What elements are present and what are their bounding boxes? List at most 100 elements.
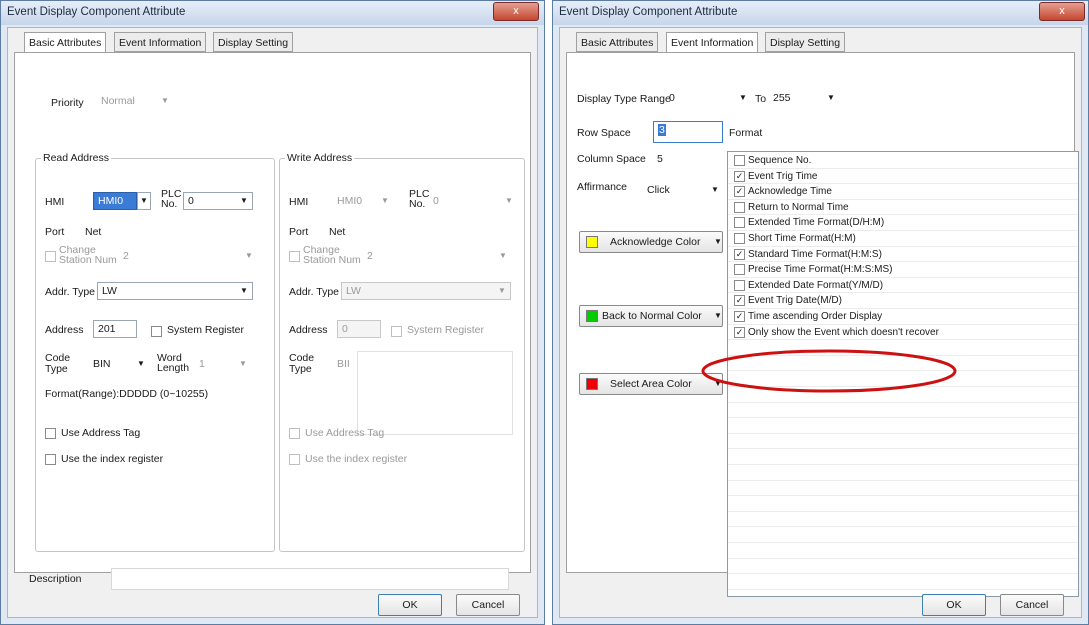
- read-plc-combo[interactable]: 0 ▼: [183, 192, 253, 210]
- chevron-down-icon: ▼: [240, 196, 248, 205]
- back-to-normal-color-swatch: [586, 310, 598, 322]
- range-from-combo[interactable]: 0 ▼: [669, 89, 759, 107]
- read-word-length-combo[interactable]: 1 ▼: [199, 355, 253, 373]
- chevron-down-icon: ▼: [711, 185, 719, 194]
- write-change-station-checkbox[interactable]: [289, 251, 300, 262]
- right-tab-basic-attributes[interactable]: Basic Attributes: [576, 32, 659, 52]
- right-ok-button[interactable]: OK: [922, 594, 986, 616]
- chevron-down-icon: ▼: [239, 359, 247, 368]
- format-item-checkbox[interactable]: [734, 264, 745, 276]
- left-ok-button[interactable]: OK: [378, 594, 442, 616]
- format-item-label: Precise Time Format(H:M:S:MS): [748, 264, 893, 276]
- chevron-down-icon: ▼: [714, 311, 722, 320]
- write-use-index-register-checkbox[interactable]: [289, 454, 300, 465]
- description-input[interactable]: [111, 568, 509, 590]
- write-change-station-label: Change Station Num: [303, 244, 361, 266]
- read-hmi-combo[interactable]: HMI0: [93, 192, 137, 210]
- right-title-bar[interactable]: Event Display Component Attribute x: [553, 1, 1088, 25]
- left-close-button[interactable]: x: [493, 2, 539, 21]
- format-item-checkbox[interactable]: [734, 233, 745, 244]
- back-to-normal-color-button[interactable]: Back to Normal Color ▼: [579, 305, 723, 327]
- format-item-checkbox[interactable]: [734, 201, 745, 213]
- read-word-length-value: 1: [199, 358, 205, 370]
- select-area-color-label: Select Area Color: [610, 378, 692, 390]
- format-label: Format: [729, 127, 763, 139]
- read-hmi-value: HMI0: [98, 195, 124, 207]
- chevron-down-icon: ▼: [140, 196, 148, 205]
- format-item-checkbox[interactable]: [734, 279, 745, 291]
- left-cancel-button[interactable]: Cancel: [456, 594, 520, 616]
- format-item-checkbox[interactable]: [734, 155, 745, 166]
- chevron-down-icon: ▼: [739, 93, 747, 102]
- format-item-label: Acknowledge Time: [748, 186, 832, 198]
- list-row-divider: [728, 448, 1078, 450]
- read-change-station-checkbox[interactable]: [45, 251, 56, 262]
- format-item-checkbox[interactable]: ✓: [734, 170, 745, 182]
- write-hmi-label: HMI: [289, 196, 309, 208]
- format-item-checkbox[interactable]: ✓: [734, 248, 745, 260]
- left-window-title: Event Display Component Attribute: [7, 6, 186, 18]
- format-item-checkbox[interactable]: ✓: [734, 311, 745, 322]
- read-address-input[interactable]: 201: [93, 320, 137, 338]
- list-row-divider: [728, 464, 1078, 465]
- read-address-title: Read Address: [41, 152, 111, 164]
- write-system-register-checkbox[interactable]: [391, 326, 402, 337]
- affirmance-combo[interactable]: Click ▼: [647, 181, 721, 199]
- left-tab-basic-attributes[interactable]: Basic Attributes: [24, 32, 107, 54]
- write-hmi-value: HMI0: [337, 195, 363, 207]
- chevron-down-icon: ▼: [827, 93, 835, 102]
- right-close-button[interactable]: x: [1039, 2, 1085, 21]
- read-system-register-checkbox[interactable]: [151, 326, 162, 337]
- chevron-down-icon: ▼: [245, 251, 253, 260]
- read-change-station-combo[interactable]: 2 ▼: [123, 247, 253, 265]
- right-cancel-button[interactable]: Cancel: [1000, 594, 1064, 616]
- read-hmi-dropdown-button[interactable]: ▼: [137, 192, 151, 210]
- format-item-checkbox[interactable]: ✓: [734, 295, 745, 307]
- write-address-input[interactable]: 0: [337, 320, 381, 338]
- chevron-down-icon: ▼: [240, 286, 248, 295]
- write-hmi-combo[interactable]: HMI0 ▼: [337, 192, 397, 210]
- right-tab-display-setting[interactable]: Display Setting: [765, 32, 846, 52]
- read-addr-type-combo[interactable]: LW ▼: [97, 282, 253, 300]
- chevron-down-icon: ▼: [498, 286, 506, 295]
- write-use-index-register-label: Use the index register: [305, 453, 408, 465]
- left-tab-event-information[interactable]: Event Information: [114, 32, 207, 52]
- write-use-address-tag-checkbox[interactable]: [289, 428, 300, 439]
- format-item-label: Return to Normal Time: [748, 201, 849, 213]
- select-area-color-swatch: [586, 378, 598, 390]
- chevron-down-icon: ▼: [161, 96, 169, 105]
- format-item-checkbox[interactable]: ✓: [734, 326, 745, 338]
- range-to-value: 255: [773, 92, 791, 104]
- write-plc-label: PLC No.: [409, 188, 430, 210]
- read-port-label: Port: [45, 226, 65, 238]
- read-use-address-tag-checkbox[interactable]: [45, 428, 56, 439]
- left-title-bar[interactable]: Event Display Component Attribute x: [1, 1, 544, 25]
- right-tab-event-information[interactable]: Event Information: [666, 32, 759, 54]
- write-address-label: Address: [289, 324, 328, 336]
- write-addr-type-label: Addr. Type: [289, 286, 340, 298]
- read-address-label: Address: [45, 324, 84, 336]
- acknowledge-color-button[interactable]: Acknowledge Color ▼: [579, 231, 723, 253]
- format-item-checkbox[interactable]: [734, 217, 745, 229]
- priority-combo[interactable]: Normal ▼: [101, 92, 181, 110]
- format-item-checkbox[interactable]: ✓: [734, 186, 745, 198]
- close-icon: x: [513, 5, 519, 17]
- write-plc-combo[interactable]: 0 ▼: [433, 192, 513, 210]
- right-tab-page: Display Type Range 0 ▼ To 255 ▼ Row Spac…: [566, 52, 1079, 597]
- chevron-down-icon: ▼: [381, 196, 389, 205]
- read-code-type-combo[interactable]: BIN ▼: [93, 355, 153, 373]
- list-row-divider: [728, 526, 1078, 528]
- row-space-value: 3: [658, 124, 666, 136]
- read-use-index-register-checkbox[interactable]: [45, 454, 56, 465]
- read-change-station-value: 2: [123, 250, 129, 262]
- range-to-combo[interactable]: 255 ▼: [773, 89, 843, 107]
- row-space-label: Row Space: [577, 127, 631, 139]
- left-tab-display-setting[interactable]: Display Setting: [213, 32, 294, 52]
- right-window-title: Event Display Component Attribute: [559, 6, 738, 18]
- list-row-divider: [728, 573, 1078, 575]
- row-space-input[interactable]: 3: [653, 121, 723, 143]
- write-addr-type-combo[interactable]: LW ▼: [341, 282, 511, 300]
- list-row-divider: [728, 510, 1078, 512]
- write-change-station-combo[interactable]: 2 ▼: [367, 247, 507, 265]
- format-item-label: Standard Time Format(H:M:S): [748, 248, 882, 260]
